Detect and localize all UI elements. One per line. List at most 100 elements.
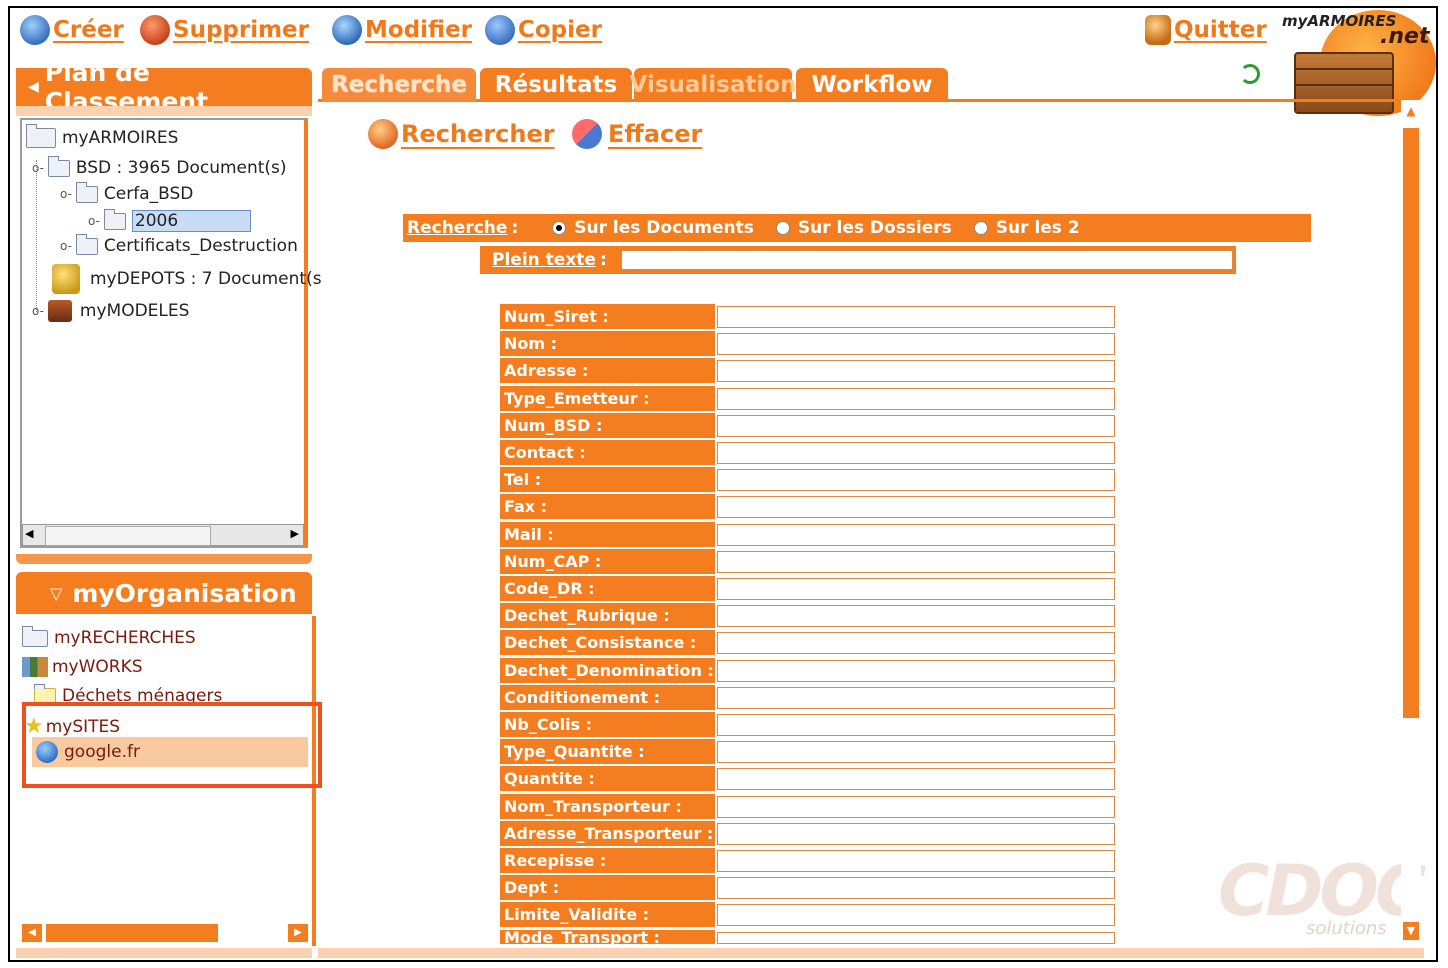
tree-item-2006[interactable]: o- 2006	[88, 208, 252, 232]
field-label: Dechet_Denomination :	[500, 658, 715, 683]
tree-item-label: Certificats_Destruction	[103, 236, 298, 256]
field-label: Contact :	[500, 440, 715, 465]
tab-resultats[interactable]: Résultats	[480, 68, 632, 102]
refresh-icon[interactable]	[1240, 64, 1260, 84]
modify-label: Modifier	[365, 17, 473, 43]
books-icon	[22, 657, 48, 677]
scroll-up-icon[interactable]: ▲	[1403, 104, 1419, 122]
field-input[interactable]	[717, 360, 1115, 382]
tree-item-label: BSD : 3965 Document(s)	[75, 158, 287, 178]
expander-icon[interactable]: o-	[88, 214, 100, 228]
field-input[interactable]	[717, 714, 1115, 736]
field-input[interactable]	[717, 632, 1115, 654]
field-label: Num_BSD :	[500, 413, 715, 438]
field-input[interactable]	[717, 660, 1115, 682]
fulltext-input[interactable]	[620, 250, 1233, 270]
quit-button[interactable]: Quitter	[1145, 12, 1267, 48]
field-input[interactable]	[717, 850, 1115, 872]
delete-button[interactable]: Supprimer	[140, 12, 309, 48]
field-input[interactable]	[717, 687, 1115, 709]
folder-icon	[75, 181, 98, 203]
expander-icon[interactable]: o-	[32, 304, 44, 318]
org-item-myrecherches[interactable]: myRECHERCHES	[22, 625, 196, 648]
radio-documents[interactable]: Sur les Documents	[552, 218, 754, 238]
search-label: Rechercher	[401, 120, 555, 148]
field-input[interactable]	[717, 877, 1115, 899]
field-input[interactable]	[717, 605, 1115, 627]
tree-item-myarmoires[interactable]: myARMOIRES	[26, 124, 179, 148]
field-input[interactable]	[717, 388, 1115, 410]
scrollbar-thumb[interactable]	[1403, 128, 1419, 718]
field-input[interactable]	[717, 768, 1115, 790]
field-input[interactable]	[717, 442, 1115, 464]
quit-label: Quitter	[1174, 17, 1267, 43]
expander-icon[interactable]: o-	[60, 239, 72, 253]
fulltext-bar: Plein texte :	[480, 246, 1236, 274]
plan-header[interactable]: ◀ Plan de Classement	[16, 58, 312, 116]
field-input[interactable]	[717, 306, 1115, 328]
copy-label: Copier	[518, 17, 602, 43]
expander-icon[interactable]: o-	[60, 187, 72, 201]
search-folder-icon	[22, 625, 48, 647]
copy-icon	[485, 15, 515, 45]
field-label: Fax :	[500, 494, 715, 519]
cabinet-icon	[1294, 52, 1394, 114]
scrollbar-thumb[interactable]	[46, 924, 218, 942]
radio-both[interactable]: Sur les 2	[973, 218, 1080, 238]
field-input[interactable]	[717, 524, 1115, 546]
tree-item-label: myDEPOTS : 7 Document(s	[90, 269, 322, 289]
expander-icon[interactable]: o-	[32, 161, 44, 175]
tree-item-label: myMODELES	[79, 301, 190, 321]
tree-item-bsd[interactable]: o- BSD : 3965 Document(s)	[32, 155, 287, 178]
field-label: Code_DR :	[500, 576, 715, 601]
copy-button[interactable]: Copier	[485, 12, 602, 48]
tree-item-mydepots[interactable]: myDEPOTS : 7 Document(s	[52, 264, 322, 294]
field-input[interactable]	[717, 469, 1115, 491]
field-input[interactable]	[717, 415, 1115, 437]
tab-visualisation[interactable]: Visualisation	[630, 68, 796, 102]
scroll-down-icon[interactable]: ▼	[1403, 922, 1419, 940]
tree-item-label: myARMOIRES	[62, 128, 179, 148]
tab-recherche[interactable]: Recherche	[322, 68, 476, 102]
field-input[interactable]	[717, 496, 1115, 518]
field-input[interactable]	[717, 741, 1115, 763]
radio-dossiers[interactable]: Sur les Dossiers	[775, 218, 952, 238]
highlight-box	[22, 702, 322, 788]
scroll-left-icon[interactable]: ◀	[25, 527, 33, 540]
plan-horizontal-scrollbar[interactable]: ◀ ▶	[22, 524, 304, 546]
field-input[interactable]	[717, 796, 1115, 818]
scrollbar-thumb[interactable]	[45, 526, 211, 546]
organisation-header[interactable]: ▽ myOrganisation	[16, 572, 312, 614]
clear-button[interactable]: Effacer	[572, 116, 702, 152]
create-label: Créer	[53, 17, 124, 43]
tree-item-label: Cerfa_BSD	[103, 184, 194, 204]
org-horizontal-scrollbar[interactable]: ◀ ▶	[20, 922, 310, 944]
field-label: Adresse :	[500, 358, 715, 383]
org-item-label: myRECHERCHES	[54, 628, 196, 648]
create-button[interactable]: Créer	[20, 12, 124, 48]
search-button[interactable]: Rechercher	[368, 116, 555, 152]
field-label: Conditionement :	[500, 685, 715, 710]
field-label: Nom :	[500, 331, 715, 356]
radio-dossiers-label: Sur les Dossiers	[797, 218, 952, 238]
field-input[interactable]	[717, 932, 1115, 944]
tab-workflow[interactable]: Workflow	[796, 68, 948, 102]
org-item-myworks[interactable]: myWORKS	[22, 657, 143, 677]
tree-item-mymodeles[interactable]: o- myMODELES	[32, 300, 189, 322]
field-input[interactable]	[717, 333, 1115, 355]
field-input[interactable]	[717, 823, 1115, 845]
field-input[interactable]	[717, 578, 1115, 600]
fulltext-label: Plein texte	[492, 250, 596, 270]
field-input[interactable]	[717, 551, 1115, 573]
tree-item-certificats[interactable]: o- Certificats_Destruction	[60, 233, 298, 256]
field-label: Recepisse :	[500, 848, 715, 873]
scroll-left-icon[interactable]: ◀	[22, 924, 42, 942]
scroll-right-icon[interactable]: ▶	[291, 527, 299, 540]
scroll-right-icon[interactable]: ▶	[288, 924, 308, 942]
box-icon	[52, 264, 80, 294]
tree-item-cerfa[interactable]: o- Cerfa_BSD	[60, 181, 194, 204]
radio-icon	[775, 221, 790, 235]
field-input[interactable]	[717, 904, 1115, 926]
modify-button[interactable]: Modifier	[332, 12, 472, 48]
collapse-down-icon: ▽	[50, 583, 63, 603]
